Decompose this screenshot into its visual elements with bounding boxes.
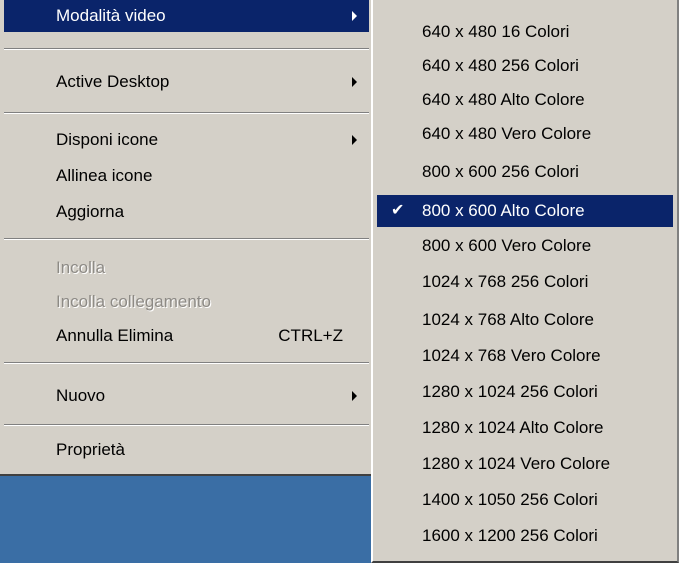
- video-mode-item[interactable]: 1024 x 768 256 Colori: [377, 266, 673, 298]
- menu-item-new[interactable]: Nuovo: [4, 380, 369, 412]
- keyboard-shortcut: CTRL+Z: [278, 326, 343, 345]
- video-mode-item[interactable]: 1280 x 1024 Alto Colore: [377, 412, 673, 444]
- video-mode-item[interactable]: 640 x 480 256 Colori: [377, 50, 673, 82]
- menu-item-label: Disponi icone: [56, 130, 159, 149]
- menu-item-label: Annulla Elimina: [56, 326, 174, 345]
- video-mode-item[interactable]: 800 x 600 256 Colori: [377, 156, 673, 188]
- video-mode-item[interactable]: 1400 x 1050 256 Colori: [377, 484, 673, 516]
- video-mode-submenu: 640 x 480 16 Colori 640 x 480 256 Colori…: [371, 0, 679, 563]
- video-mode-label: 800 x 600 Vero Colore: [422, 236, 592, 255]
- checkmark-icon: ✔: [391, 202, 405, 219]
- menu-item-paste: Incolla: [4, 252, 369, 284]
- video-mode-label: 1024 x 768 Vero Colore: [422, 346, 601, 365]
- video-mode-label: 1600 x 1200 256 Colori: [422, 526, 598, 545]
- video-mode-item[interactable]: 1024 x 768 Vero Colore: [377, 340, 673, 372]
- menu-item-label: Allinea icone: [56, 166, 153, 185]
- video-mode-item[interactable]: 640 x 480 Vero Colore: [377, 118, 673, 150]
- menu-item-label: Active Desktop: [56, 72, 170, 91]
- submenu-arrow-icon: [352, 135, 357, 145]
- menu-separator: [4, 48, 369, 50]
- video-mode-item-selected[interactable]: ✔ 800 x 600 Alto Colore: [377, 195, 673, 227]
- menu-item-label: Proprietà: [56, 440, 125, 459]
- video-mode-label: 800 x 600 256 Colori: [422, 162, 579, 181]
- menu-item-label: Modalità video: [56, 6, 166, 25]
- menu-item-label: Incolla: [56, 258, 106, 277]
- video-mode-label: 1400 x 1050 256 Colori: [422, 490, 598, 509]
- menu-separator: [4, 238, 369, 240]
- video-mode-item[interactable]: 1280 x 1024 Vero Colore: [377, 448, 673, 480]
- menu-separator: [4, 362, 369, 364]
- menu-item-label: Nuovo: [56, 386, 106, 405]
- video-mode-label: 640 x 480 Alto Colore: [422, 90, 585, 109]
- video-mode-label: 1024 x 768 Alto Colore: [422, 310, 595, 329]
- submenu-arrow-icon: [352, 391, 357, 401]
- submenu-arrow-icon: [352, 11, 357, 21]
- menu-item-paste-shortcut: Incolla collegamento: [4, 286, 369, 318]
- video-mode-item[interactable]: 640 x 480 Alto Colore: [377, 84, 673, 116]
- menu-separator: [4, 424, 369, 426]
- menu-item-undo-delete[interactable]: Annulla Elimina CTRL+Z: [4, 320, 369, 352]
- menu-item-line-up-icons[interactable]: Allinea icone: [4, 160, 369, 192]
- video-mode-label: 1024 x 768 256 Colori: [422, 272, 589, 291]
- video-mode-item[interactable]: 1024 x 768 Alto Colore: [377, 304, 673, 336]
- video-mode-label: 640 x 480 16 Colori: [422, 22, 570, 41]
- submenu-arrow-icon: [352, 77, 357, 87]
- video-mode-item[interactable]: 1600 x 1200 256 Colori: [377, 520, 673, 552]
- video-mode-label: 640 x 480 256 Colori: [422, 56, 579, 75]
- desktop-context-menu: Modalità video Active Desktop Disponi ic…: [0, 0, 375, 476]
- video-mode-item[interactable]: 1280 x 1024 256 Colori: [377, 376, 673, 408]
- menu-item-properties[interactable]: Proprietà: [4, 434, 369, 466]
- video-mode-label: 800 x 600 Alto Colore: [422, 201, 585, 220]
- menu-item-label: Aggiorna: [56, 202, 125, 221]
- menu-item-active-desktop[interactable]: Active Desktop: [4, 66, 369, 98]
- menu-item-label: Incolla collegamento: [56, 292, 211, 311]
- menu-separator: [4, 112, 369, 114]
- menu-item-refresh[interactable]: Aggiorna: [4, 196, 369, 228]
- menu-item-arrange-icons[interactable]: Disponi icone: [4, 124, 369, 156]
- video-mode-item[interactable]: 640 x 480 16 Colori: [377, 16, 673, 48]
- video-mode-label: 1280 x 1024 256 Colori: [422, 382, 598, 401]
- video-mode-label: 1280 x 1024 Alto Colore: [422, 418, 604, 437]
- video-mode-label: 640 x 480 Vero Colore: [422, 124, 592, 143]
- video-mode-item[interactable]: 800 x 600 Vero Colore: [377, 230, 673, 262]
- menu-item-video-mode[interactable]: Modalità video: [4, 0, 369, 32]
- video-mode-label: 1280 x 1024 Vero Colore: [422, 454, 611, 473]
